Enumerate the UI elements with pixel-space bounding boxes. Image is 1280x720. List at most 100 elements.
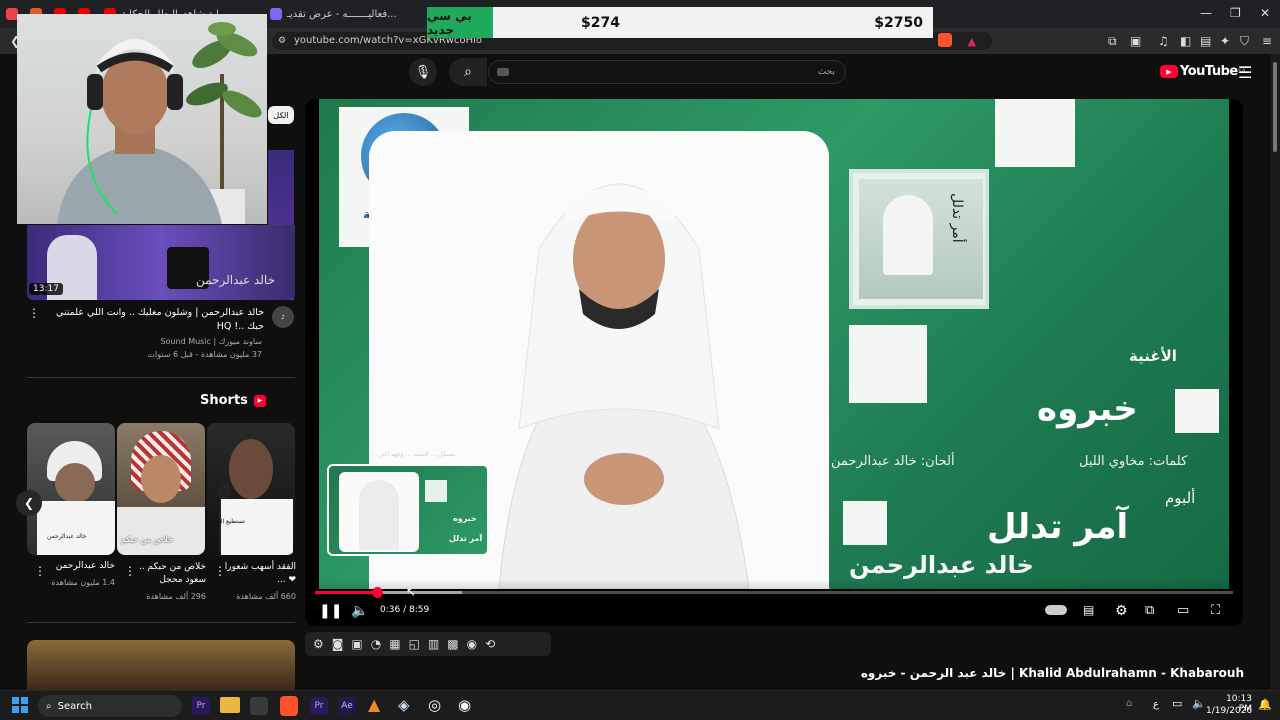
preview-time: 0:55 — [397, 565, 418, 575]
tab-6[interactable]: فعاليـــــــه - عرض تقديـ... — [270, 4, 430, 24]
short-face — [229, 439, 273, 499]
voice-search-button[interactable]: 🎙 — [409, 58, 437, 86]
deco-square — [995, 99, 1075, 167]
scrubber-handle[interactable] — [371, 587, 383, 598]
file-explorer-icon[interactable] — [220, 697, 240, 713]
album-label: ألبوم — [1165, 489, 1196, 507]
song-title: خبروه — [1037, 389, 1138, 429]
music-icon[interactable]: ♫ — [1158, 34, 1169, 48]
short-card-1[interactable]: خالد عبدالرحمن — [27, 423, 115, 555]
expand-icon[interactable]: ◱ — [409, 637, 420, 651]
network-icon[interactable]: ▭ — [1172, 697, 1182, 710]
short-title-3[interactable]: الفقد أسهب شعورا ❤ ... — [222, 561, 296, 587]
vlc-icon[interactable]: ▲ — [368, 695, 380, 714]
deco-square — [1175, 389, 1219, 433]
minimize-button[interactable]: — — [1200, 6, 1212, 20]
search-button[interactable]: ⌕ — [449, 58, 487, 86]
pause-button[interactable]: ❚❚ — [319, 603, 342, 619]
wallet-icon[interactable]: ▤ — [1200, 34, 1211, 48]
audio-icon[interactable]: ◉ — [467, 637, 477, 651]
cast-icon[interactable]: ▩ — [447, 637, 458, 651]
shorts-prev-button[interactable]: ❮ — [16, 490, 42, 516]
short-title-2[interactable]: خلاص من حبكم .. سعود محجل — [132, 561, 206, 587]
premiere-icon[interactable]: Pr — [192, 697, 210, 715]
menu-icon[interactable]: ≡ — [1262, 34, 1272, 48]
cinema-icon[interactable]: ▦ — [389, 637, 400, 651]
miniplayer-icon[interactable]: ⧉ — [1145, 603, 1154, 618]
notifications-icon[interactable]: 🔔 — [1258, 698, 1272, 711]
clock-date[interactable]: 1/19/2026 — [1206, 706, 1252, 716]
vpn-icon[interactable]: ⛉ — [1240, 34, 1249, 49]
leo-ai-icon[interactable]: ✦ — [1220, 34, 1230, 48]
extensions-icon[interactable]: ⧉ — [1108, 34, 1117, 49]
obs-recording-icon[interactable]: ◉ — [458, 696, 471, 714]
keyboard-icon[interactable] — [497, 68, 509, 76]
preview-album — [425, 480, 447, 502]
short-card-3[interactable]: تستطيع الحب — [207, 423, 295, 555]
obs-icon[interactable]: ◎ — [428, 696, 441, 714]
played-bar — [315, 591, 377, 594]
speed-icon[interactable]: ◔ — [371, 637, 381, 651]
deco-square — [849, 325, 927, 403]
fullscreen-icon[interactable]: ⛶ — [1211, 603, 1220, 618]
popup-icon[interactable]: ▥ — [428, 637, 439, 651]
scrollbar[interactable] — [1270, 54, 1280, 694]
settings-icon[interactable]: ⚙ — [313, 637, 324, 651]
input-language[interactable]: ع — [1153, 699, 1159, 710]
reader-icon[interactable]: ▣ — [1130, 34, 1141, 48]
picture-in-picture-icon[interactable]: ▣ — [351, 637, 362, 651]
site-info-icon[interactable]: ⚙ — [278, 32, 286, 50]
search-icon: ⌕ — [464, 64, 472, 80]
steam-icon[interactable]: ◈ — [398, 696, 410, 714]
windows-start-icon[interactable] — [12, 697, 28, 713]
preview-figure — [359, 480, 399, 550]
brave-rewards-icon[interactable]: ▲ — [968, 33, 976, 51]
theater-mode-icon[interactable]: ▭ — [1177, 603, 1189, 618]
related-video-title[interactable]: خالد عبدالرحمن | وشلون مغليك .. وانت الل… — [44, 306, 264, 334]
youtube-play-icon: ▶ — [1160, 65, 1178, 78]
search-input[interactable]: بحث — [488, 60, 846, 84]
volume-tray-icon[interactable]: 🔈 — [1192, 697, 1206, 710]
brave-browser-icon[interactable] — [280, 696, 298, 716]
chip-all[interactable]: الكل — [268, 106, 294, 124]
store-icon[interactable] — [250, 697, 268, 715]
autoplay-toggle[interactable] — [1045, 605, 1067, 615]
more-options-icon[interactable]: ⋮ — [28, 306, 40, 320]
short-card-2[interactable]: خلاص من حبكم — [117, 423, 205, 555]
settings-icon[interactable]: ⚙ — [1115, 603, 1128, 619]
after-effects-icon[interactable]: Ae — [338, 697, 356, 715]
banner-price-b: $2750 — [874, 14, 923, 31]
streamer-image — [57, 39, 222, 224]
video-player[interactable]: الأوتار الذهبية أمر تدلل الأغنية خبروه أ… — [305, 99, 1243, 626]
maximize-button[interactable]: ❐ — [1230, 6, 1241, 20]
guide-menu-icon[interactable]: ☰ — [1238, 63, 1252, 82]
progress-bar[interactable] — [315, 587, 1233, 598]
related-video-channel[interactable]: ساوند ميوزك | Sound Music — [60, 337, 262, 346]
divider — [27, 622, 295, 623]
twitch-favicon-icon — [270, 8, 282, 20]
melody-credit: ألحان: خالد عبدالرحمن — [831, 454, 955, 469]
player-controls: ❚❚ 🔈 0:36 / 8:59 ▤ ⚙ ⧉ ▭ ⛶ — [305, 579, 1243, 626]
scrollbar-thumb[interactable] — [1273, 62, 1277, 152]
brave-shields-icon[interactable] — [938, 33, 952, 47]
premiere-icon[interactable]: Pr — [310, 697, 328, 715]
related-video-stats: 37 مليون مشاهدة - قبل 6 سنوات — [147, 350, 262, 359]
screenshot-icon[interactable]: ◙ — [332, 637, 344, 651]
sidebar-icon[interactable]: ◧ — [1180, 34, 1191, 48]
short-title-1[interactable]: خالد عبدالرحمن — [45, 561, 115, 571]
deco-square — [843, 501, 887, 545]
singer-image — [498, 183, 750, 589]
next-video-thumbnail[interactable] — [27, 640, 295, 690]
volume-icon[interactable]: 🔈 — [351, 603, 368, 619]
short-views-2: 296 ألف مشاهدة — [146, 592, 206, 601]
subtitles-icon[interactable]: ▤ — [1083, 603, 1094, 617]
related-video-thumbnail[interactable]: خالد عبدالرحمن 13:17 — [27, 225, 295, 300]
channel-avatar[interactable]: ♪ — [272, 306, 294, 328]
close-window-button[interactable]: ✕ — [1260, 6, 1270, 20]
taskbar-search[interactable]: ⌕ Search — [38, 695, 182, 717]
youtube-logo[interactable]: ▶ YouTube SA — [1160, 64, 1246, 79]
system-icon[interactable]: ⌂ — [1126, 698, 1132, 709]
mouse-cursor-icon: ↖ — [406, 585, 417, 599]
loop-icon[interactable]: ⟲ — [485, 637, 495, 651]
youtube-wordmark: YouTube — [1180, 64, 1238, 79]
